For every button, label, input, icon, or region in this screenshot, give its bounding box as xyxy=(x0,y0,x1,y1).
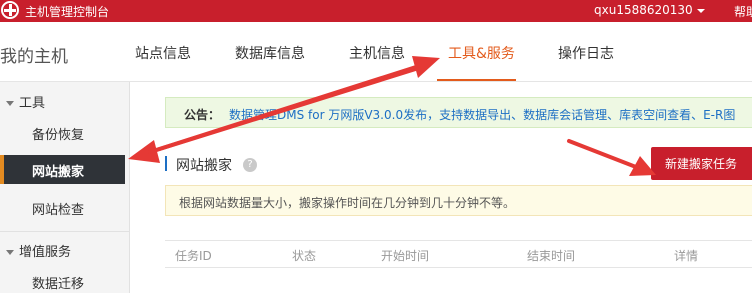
page-title: 我的主机 xyxy=(0,47,68,67)
column-header-status: 状态 xyxy=(292,249,317,263)
table-header-top-border xyxy=(165,240,752,241)
new-migration-task-button[interactable]: 新建搬家任务 xyxy=(651,147,752,180)
sidebar-item-backup-restore[interactable]: 备份恢复 xyxy=(32,124,84,143)
tab-site-info[interactable]: 站点信息 xyxy=(135,43,191,63)
annotation-arrow-to-button xyxy=(567,139,656,176)
tab-host-info[interactable]: 主机信息 xyxy=(349,43,405,63)
column-header-task-id: 任务ID xyxy=(175,249,212,263)
sidebar-group-label: 工具 xyxy=(19,96,46,111)
announcement-link[interactable]: 数据管理DMS for 万网版V3.0.0发布，支持数据导出、数据库会话管理、库… xyxy=(229,106,735,123)
sidebar-item-data-migration[interactable]: 数据迁移 xyxy=(32,273,84,292)
chevron-down-icon xyxy=(696,8,705,13)
top-bar: 主机管理控制台 qxu1588620130 帮助 xyxy=(0,0,752,22)
sidebar-group-label: 增值服务 xyxy=(19,245,72,260)
announcement-label: 公告： xyxy=(184,108,221,122)
section-accent-bar xyxy=(165,156,167,171)
triangle-down-icon xyxy=(6,101,14,106)
column-header-end-time: 结束时间 xyxy=(527,249,576,263)
sidebar-item-website-migration[interactable]: 网站搬家 xyxy=(0,155,125,184)
logo-icon xyxy=(1,1,19,19)
tab-operation-log[interactable]: 操作日志 xyxy=(558,43,614,63)
sidebar-group-tools[interactable]: 工具 xyxy=(6,92,45,111)
sidebar xyxy=(0,82,130,293)
user-menu[interactable]: qxu1588620130 xyxy=(594,3,705,17)
tab-tools-services[interactable]: 工具&服务 xyxy=(448,43,515,63)
user-name: qxu1588620130 xyxy=(594,3,693,17)
announcement-bar: 公告： 数据管理DMS for 万网版V3.0.0发布，支持数据导出、数据库会话… xyxy=(165,97,752,128)
column-header-details: 详情 xyxy=(674,249,699,263)
table-header-bottom-border xyxy=(165,267,752,268)
help-icon[interactable]: ? xyxy=(243,158,257,172)
sidebar-divider xyxy=(0,231,130,232)
column-header-start-time: 开始时间 xyxy=(381,249,430,263)
app-title: 主机管理控制台 xyxy=(25,5,110,19)
info-tip-text: 根据网站数据量大小，搬家操作时间在几分钟到几十分钟不等。 xyxy=(179,196,516,210)
sidebar-item-website-check[interactable]: 网站检查 xyxy=(32,199,84,218)
info-tip: 根据网站数据量大小，搬家操作时间在几分钟到几十分钟不等。 xyxy=(165,185,752,216)
sidebar-item-label: 网站搬家 xyxy=(32,165,85,180)
sidebar-group-value-added[interactable]: 增值服务 xyxy=(6,241,71,260)
help-link[interactable]: 帮助 xyxy=(734,3,752,20)
triangle-down-icon xyxy=(6,250,14,255)
tab-database-info[interactable]: 数据库信息 xyxy=(235,43,305,63)
section-title: 网站搬家 xyxy=(176,158,232,174)
